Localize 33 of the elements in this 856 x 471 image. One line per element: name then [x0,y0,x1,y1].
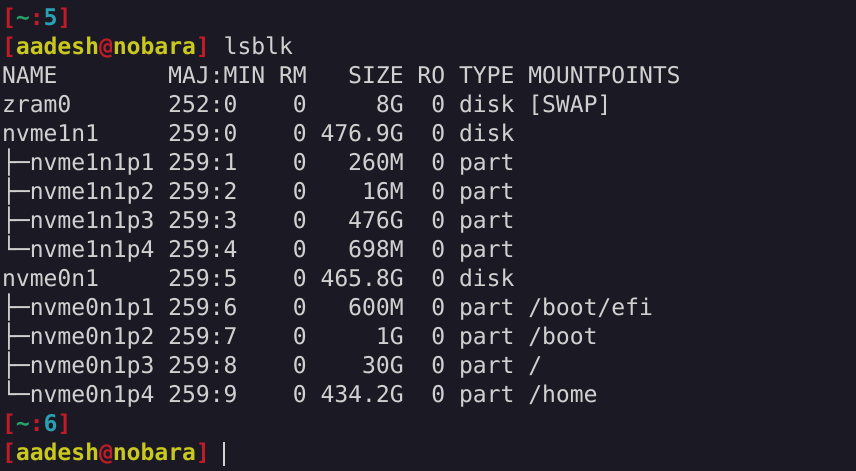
prompt-bracket: ] [57,410,72,439]
user-name: aadesh [16,439,99,468]
output-line: NAME MAJ:MIN RM SIZE RO TYPE MOUNTPOINTS [2,62,681,91]
output-line: ├─nvme0n1p2 259:7 0 1G 0 part /boot [2,323,598,351]
output-line: nvme0n1 259:5 0 465.8G 0 disk [2,265,514,293]
output-line: └─nvme1n1p4 259:4 0 698M 0 part [2,236,514,265]
directory-text: ~ [16,410,30,439]
host-name: nobara [112,33,196,62]
host-name: nobara [112,439,196,468]
user-name: aadesh [16,33,99,62]
count-text: 6 [44,410,58,439]
prompt-bracket: [ [2,4,16,33]
prompt-bracket: [ [2,33,16,62]
output-line: ├─nvme1n1p1 259:1 0 260M 0 part [2,149,514,177]
output-line: nvme1n1 259:0 0 476.9G 0 disk [2,120,514,148]
output-line: ├─nvme0n1p3 259:8 0 30G 0 part / [2,352,542,380]
prompt-bracket: ] [196,33,210,62]
output-line: ├─nvme0n1p1 259:6 0 600M 0 part /boot/efi [2,294,653,322]
count-text: 5 [44,4,58,33]
separator-text: : [30,410,44,439]
at-sign: @ [98,439,113,468]
output-line: zram0 252:0 0 8G 0 disk [SWAP] [2,91,612,120]
prompt-bracket: ] [196,439,210,468]
output-line: ├─nvme1n1p2 259:2 0 16M 0 part [2,178,514,206]
output-line: └─nvme0n1p4 259:9 0 434.2G 0 part /home [2,381,598,410]
prompt-bracket: [ [2,439,16,468]
directory-text: ~ [16,4,30,33]
output-line: ├─nvme1n1p3 259:3 0 476G 0 part [2,207,514,235]
command-text: lsblk [222,33,293,62]
separator-text: : [30,4,44,33]
prompt-bracket: ] [57,4,72,33]
prompt-bracket: [ [2,410,16,439]
at-sign: @ [98,33,113,62]
